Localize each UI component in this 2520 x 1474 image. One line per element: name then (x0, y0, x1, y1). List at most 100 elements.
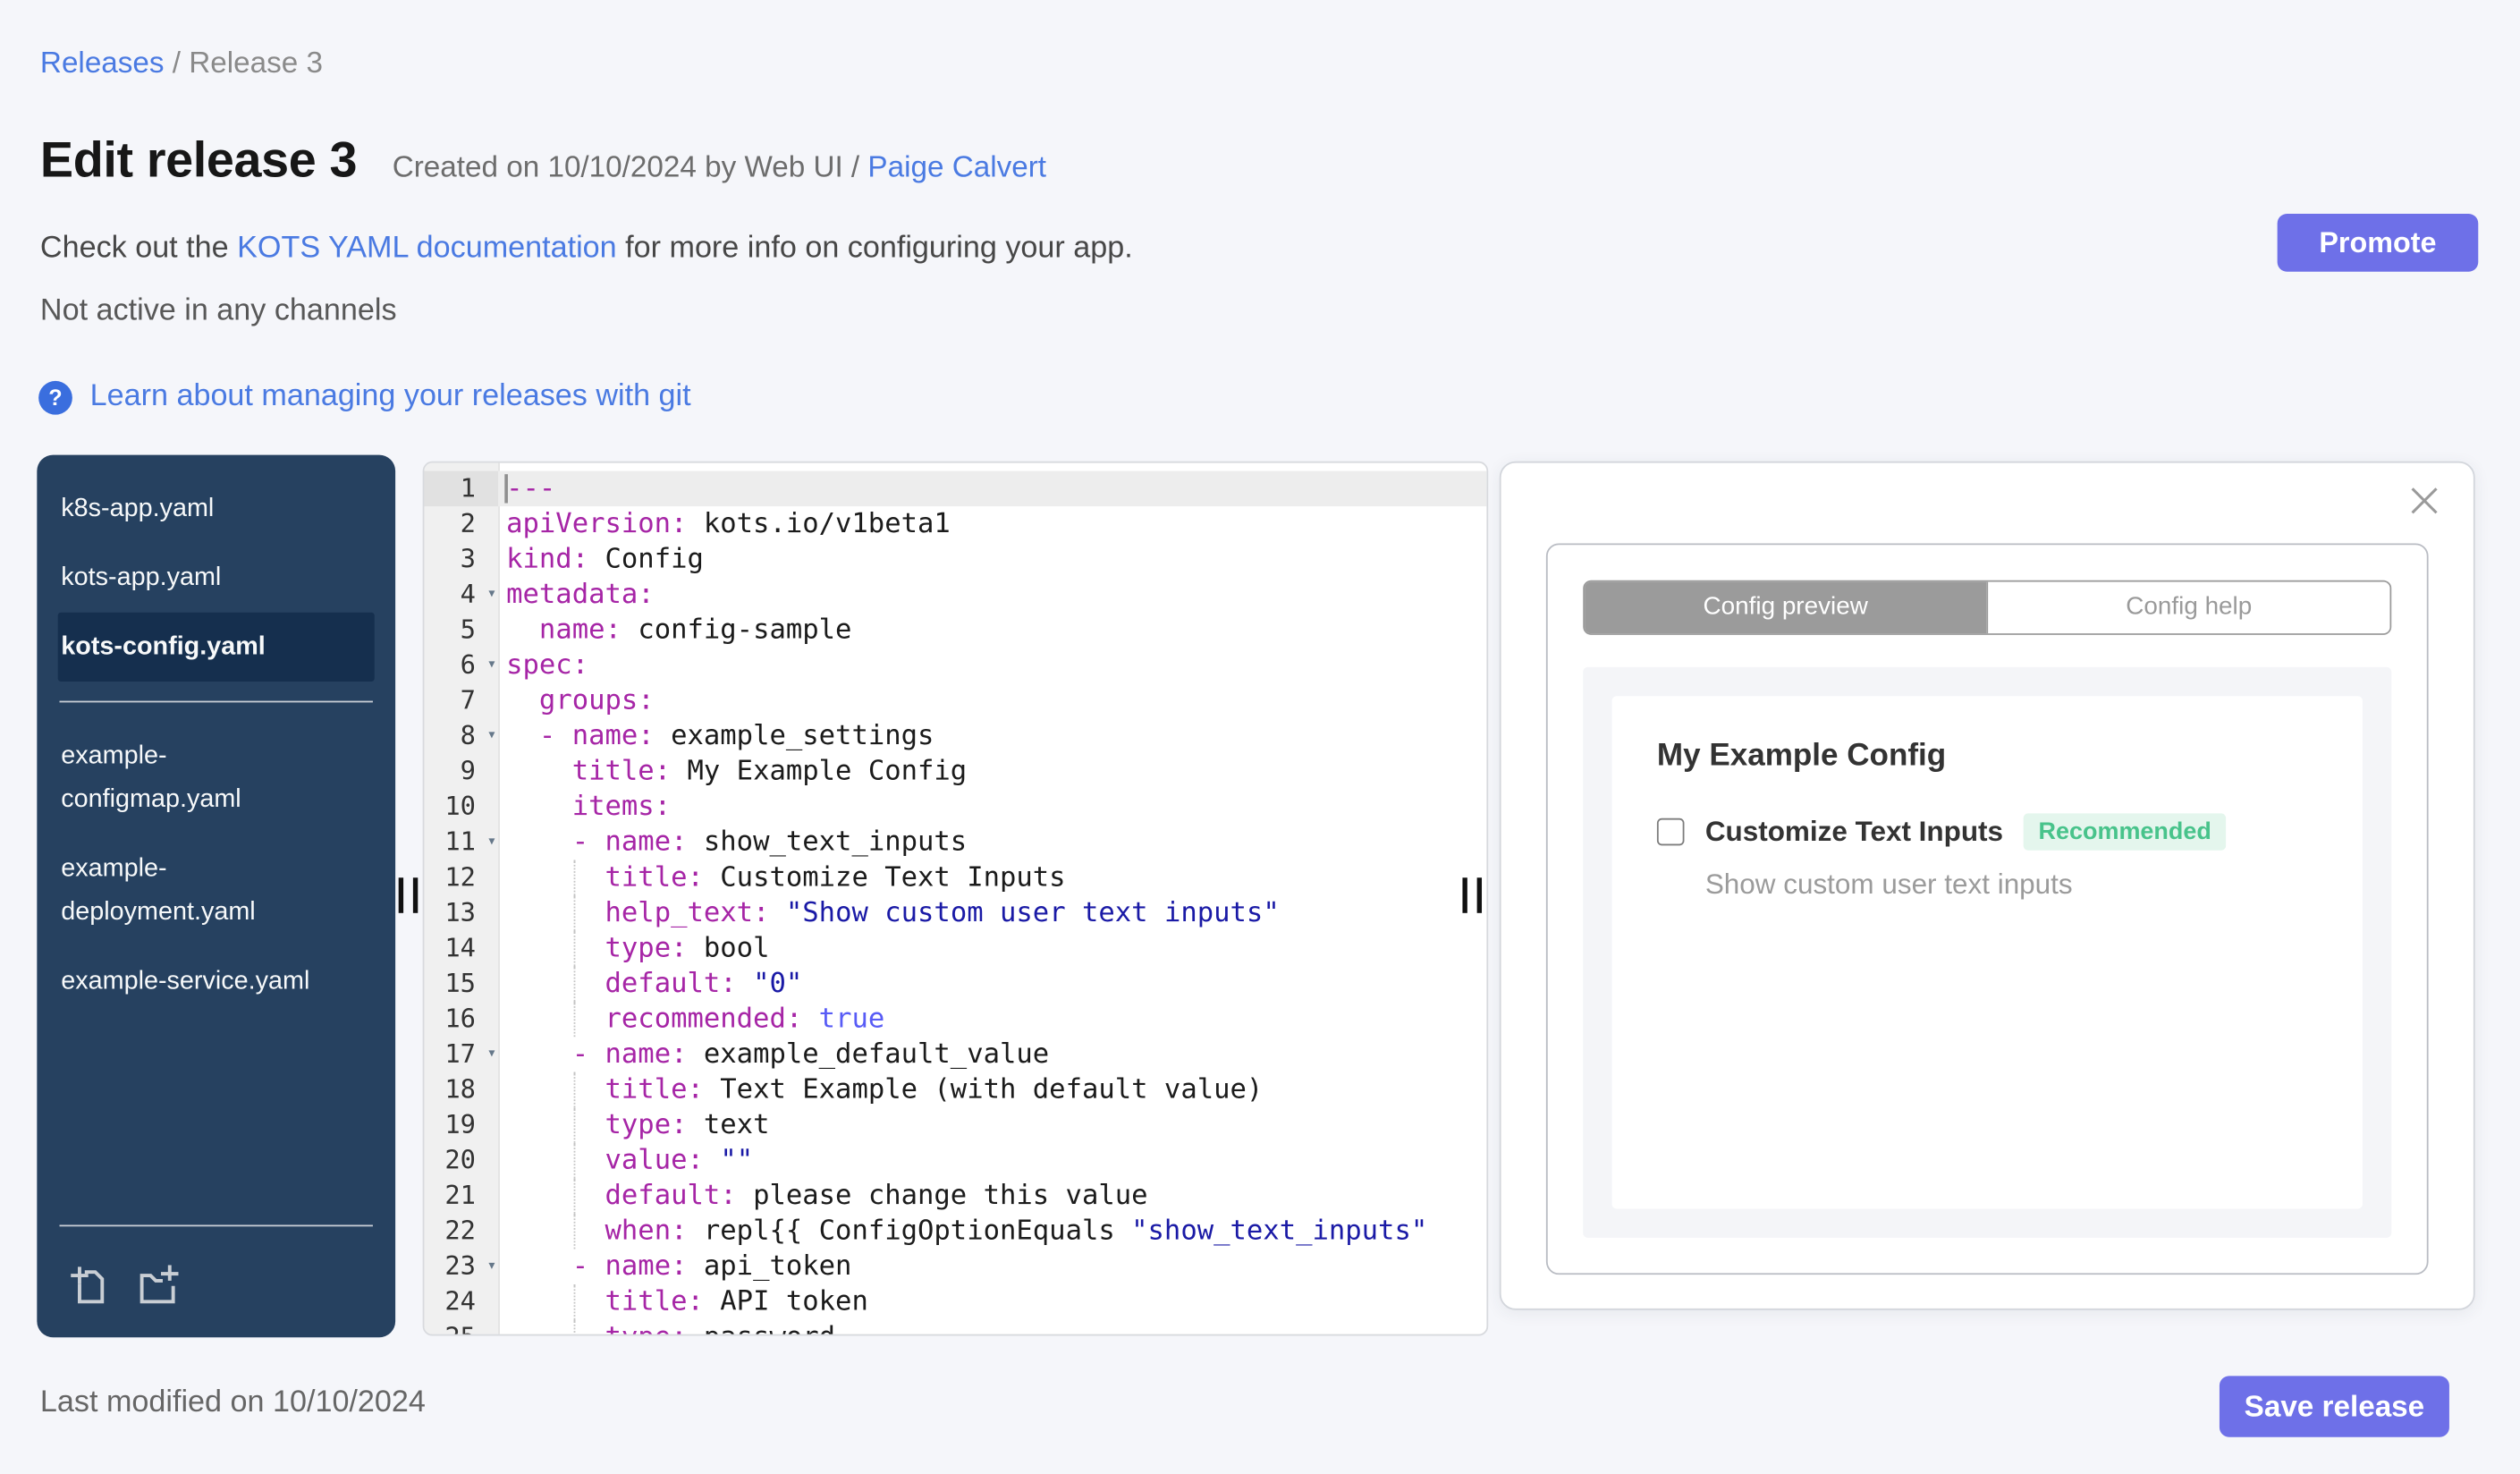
author-link[interactable]: Paige Calvert (867, 149, 1046, 183)
breadcrumb-separator: / (172, 45, 182, 80)
code-line[interactable]: 24 title: API token (424, 1283, 1486, 1320)
code-line[interactable]: 19 type: text (424, 1107, 1486, 1143)
tab-config-preview[interactable]: Config preview (1585, 581, 1987, 634)
code-line[interactable]: 18 title: Text Example (with default val… (424, 1072, 1486, 1108)
fold-arrow-icon[interactable]: ▾ (486, 1249, 496, 1284)
help-icon: ? (38, 380, 72, 414)
line-number: 15 (444, 967, 476, 999)
file-item[interactable]: k8s-app.yaml (58, 474, 375, 543)
config-preview-panel: Config preview Config help My Example Con… (1499, 461, 2475, 1310)
save-release-button[interactable]: Save release (2219, 1376, 2449, 1437)
code-line[interactable]: 2 apiVersion: kots.io/v1beta1 (424, 506, 1486, 542)
code-line[interactable]: 16 recommended: true (424, 1001, 1486, 1038)
line-number: 3 (460, 543, 476, 574)
code-line[interactable]: 9 title: My Example Config (424, 754, 1486, 790)
breadcrumb-current: Release 3 (189, 45, 324, 80)
channel-status: Not active in any channels (39, 293, 397, 328)
fold-arrow-icon[interactable]: ▾ (486, 1037, 496, 1072)
sidebar-actions (37, 1246, 395, 1315)
code-line[interactable]: 20 value: "" (424, 1142, 1486, 1179)
line-number: 8 ▾ (424, 718, 498, 754)
line-number: 23 ▾ (424, 1249, 498, 1284)
line-number: 6 ▾ (424, 648, 498, 683)
line-number: 19 (444, 1109, 476, 1140)
code-area[interactable]: 1 --- 2 apiVersion: kots.io/v1beta1 3 kind: C… (424, 463, 1487, 1334)
release-editor-page: Releases / Release 3 Edit release 3 Crea… (0, 0, 2520, 1474)
file-item[interactable]: example-deployment.yaml (58, 834, 338, 947)
breadcrumb-releases-link[interactable]: Releases (40, 45, 165, 79)
line-number: 24 (444, 1285, 476, 1317)
new-file-icon[interactable] (69, 1265, 111, 1315)
customize-text-inputs-checkbox[interactable] (1656, 817, 1685, 846)
line-number: 4 ▾ (424, 577, 498, 613)
text-cursor (504, 474, 508, 504)
code-line[interactable]: 12 title: Customize Text Inputs (424, 860, 1486, 896)
line-number: 13 (444, 896, 476, 928)
page-title: Edit release 3 (39, 131, 358, 189)
file-list-bottom: example-configmap.yaml example-deployment… (37, 722, 395, 1016)
tab-config-help[interactable]: Config help (1986, 581, 2390, 634)
code-line[interactable]: 1 --- (424, 470, 1487, 507)
git-releases-link[interactable]: Learn about managing your releases with … (90, 379, 691, 415)
created-text: Created on 10/10/2024 by Web UI / (392, 149, 860, 183)
kots-docs-link[interactable]: KOTS YAML documentation (237, 232, 617, 266)
last-modified: Last modified on 10/10/2024 (39, 1385, 426, 1419)
fold-arrow-icon[interactable]: ▾ (486, 577, 496, 613)
breadcrumb: Releases / Release 3 (40, 45, 323, 80)
yaml-editor[interactable]: 1 --- 2 apiVersion: kots.io/v1beta1 3 kind: C… (422, 461, 1489, 1336)
file-item[interactable]: kots-app.yaml (58, 543, 375, 612)
code-line[interactable]: 10 items: (424, 789, 1486, 825)
line-number: 16 (444, 1003, 476, 1034)
line-number: 2 (460, 507, 476, 539)
line-number: 18 (444, 1073, 476, 1105)
git-help-row: ? Learn about managing your releases wit… (38, 379, 691, 415)
line-number: 22 (444, 1215, 476, 1246)
code-line[interactable]: 6 ▾ spec: (424, 648, 1486, 683)
code-line[interactable]: 7 groups: (424, 683, 1486, 719)
promote-button[interactable]: Promote (2277, 214, 2479, 272)
file-list-top: k8s-app.yaml kots-app.yaml kots-config.yam… (37, 474, 395, 682)
editor-resize-handle[interactable] (1462, 877, 1483, 913)
line-number: 21 (444, 1180, 476, 1211)
fold-arrow-icon[interactable]: ▾ (486, 718, 496, 754)
code-line[interactable]: 17 ▾ - name: example_default_value (424, 1037, 1486, 1072)
file-sidebar: k8s-app.yaml kots-app.yaml kots-config.yam… (37, 454, 396, 1338)
code-line[interactable]: 14 type: bool (424, 930, 1486, 967)
code-line[interactable]: 13 help_text: "Show custom user text inp… (424, 895, 1486, 931)
code-line[interactable]: 8 ▾ - name: example_settings (424, 718, 1486, 754)
code-line[interactable]: 5 name: config-sample (424, 613, 1486, 648)
file-item[interactable]: example-configmap.yaml (58, 722, 338, 834)
line-number: 1 (424, 470, 499, 507)
close-icon[interactable] (2407, 484, 2441, 518)
sidebar-resize-handle[interactable] (398, 877, 419, 913)
file-item[interactable]: example-service.yaml (58, 947, 375, 1016)
docs-note: Check out the KOTS YAML documentation fo… (39, 231, 1133, 266)
code-line[interactable]: 21 default: please change this value (424, 1178, 1486, 1214)
sidebar-divider (59, 700, 373, 703)
line-number: 25 (424, 1320, 498, 1334)
code-line[interactable]: 22 when: repl{{ ConfigOptionEquals "show… (424, 1213, 1486, 1250)
recommended-badge: Recommended (2024, 813, 2226, 851)
line-number: 20 (444, 1144, 476, 1175)
code-line[interactable]: 11 ▾ - name: show_text_inputs (424, 825, 1486, 860)
preview-card: Config preview Config help My Example Con… (1545, 543, 2429, 1275)
fold-arrow-icon[interactable]: ▾ (486, 648, 496, 683)
line-number: 5 (460, 614, 476, 645)
fold-arrow-icon[interactable]: ▾ (486, 825, 496, 860)
code-line[interactable]: 25 type: password (424, 1319, 1486, 1334)
config-group-title: My Example Config (1656, 737, 1947, 774)
line-number: 12 (444, 861, 476, 893)
config-option-help: Show custom user text inputs (1704, 868, 2073, 901)
created-info: Created on 10/10/2024 by Web UI / Paige … (393, 149, 1046, 185)
config-option-label[interactable]: Customize Text Inputs (1705, 815, 2003, 849)
preview-body: My Example Config Customize Text Inputs … (1583, 666, 2392, 1238)
code-line[interactable]: 3 kind: Config (424, 542, 1486, 578)
code-line[interactable]: 4 ▾ metadata: (424, 577, 1486, 613)
code-line[interactable]: 15 default: "0" (424, 966, 1486, 1002)
code-line[interactable]: 23 ▾ - name: api_token (424, 1249, 1486, 1284)
line-number: 11 ▾ (424, 825, 498, 860)
new-folder-icon[interactable] (137, 1265, 179, 1315)
file-item[interactable]: kots-config.yaml (57, 612, 375, 682)
line-number: 7 (460, 684, 476, 716)
preview-tabs: Config preview Config help (1583, 580, 2392, 635)
